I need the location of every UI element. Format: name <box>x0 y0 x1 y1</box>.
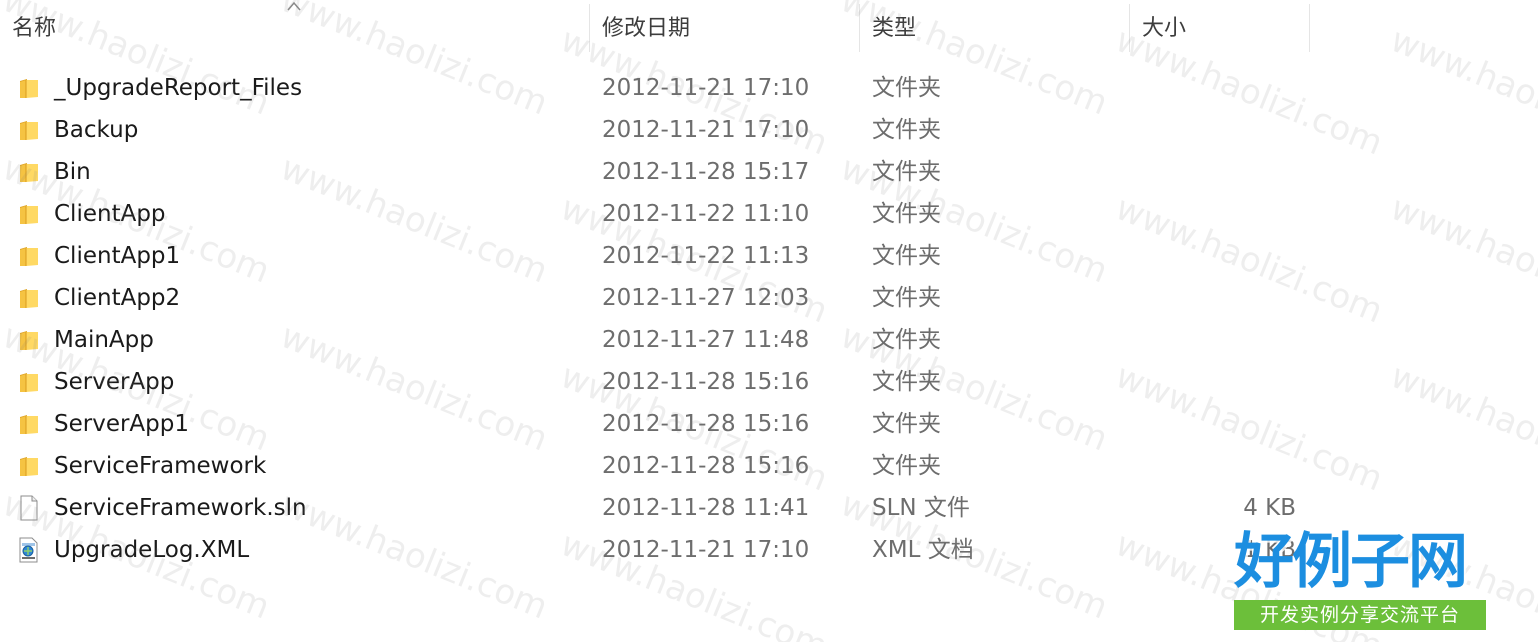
file-modified-date: 2012-11-28 15:16 <box>602 369 810 395</box>
file-modified-date: 2012-11-27 11:48 <box>602 327 810 353</box>
file-row[interactable]: ServerApp 2012-11-28 15:16 文件夹 <box>0 361 1538 403</box>
file-explorer: 名称 修改日期 类型 大小 _UpgradeReport_Files 2012-1… <box>0 0 1538 642</box>
file-modified-date: 2012-11-21 17:10 <box>602 75 810 101</box>
file-name[interactable]: UpgradeLog.XML <box>54 529 249 571</box>
file-size <box>1130 277 1296 319</box>
file-name[interactable]: ServiceFramework <box>54 445 266 487</box>
file-row[interactable]: ServiceFramework 2012-11-28 15:16 文件夹 <box>0 445 1538 487</box>
file-row[interactable]: ServerApp1 2012-11-28 15:16 文件夹 <box>0 403 1538 445</box>
folder-icon <box>16 361 44 403</box>
sln-file-icon <box>16 487 44 529</box>
column-header-date[interactable]: 修改日期 <box>590 0 858 56</box>
file-type: 文件夹 <box>872 411 941 437</box>
file-name[interactable]: ClientApp2 <box>54 277 180 319</box>
file-name[interactable]: Bin <box>54 151 91 193</box>
file-name[interactable]: Backup <box>54 109 138 151</box>
file-size <box>1130 361 1296 403</box>
file-row[interactable]: ServiceFramework.sln 2012-11-28 11:41 SLN … <box>0 487 1538 529</box>
logo-title: 好例子网 <box>1234 527 1468 597</box>
file-size <box>1130 109 1296 151</box>
file-name[interactable]: ClientApp1 <box>54 235 180 277</box>
file-modified-date: 2012-11-22 11:10 <box>602 201 810 227</box>
sort-ascending-icon <box>287 1 301 11</box>
file-name[interactable]: ServerApp1 <box>54 403 189 445</box>
column-header-type-label: 类型 <box>872 16 917 41</box>
file-row[interactable]: _UpgradeReport_Files 2012-11-21 17:10 文件夹 <box>0 67 1538 109</box>
file-type: 文件夹 <box>872 453 941 479</box>
file-name[interactable]: _UpgradeReport_Files <box>54 67 302 109</box>
column-header-name-label: 名称 <box>12 16 57 41</box>
folder-icon <box>16 193 44 235</box>
file-row[interactable]: MainApp 2012-11-27 11:48 文件夹 <box>0 319 1538 361</box>
file-modified-date: 2012-11-28 11:41 <box>602 495 810 521</box>
file-modified-date: 2012-11-22 11:13 <box>602 243 810 269</box>
column-divider[interactable] <box>1309 4 1310 52</box>
folder-icon <box>16 67 44 109</box>
file-row[interactable]: ClientApp 2012-11-22 11:10 文件夹 <box>0 193 1538 235</box>
folder-icon <box>16 109 44 151</box>
file-size <box>1130 193 1296 235</box>
file-size <box>1130 235 1296 277</box>
file-row[interactable]: ClientApp1 2012-11-22 11:13 文件夹 <box>0 235 1538 277</box>
file-name[interactable]: ServiceFramework.sln <box>54 487 307 529</box>
file-modified-date: 2012-11-21 17:10 <box>602 537 810 563</box>
file-modified-date: 2012-11-21 17:10 <box>602 117 810 143</box>
file-type: 文件夹 <box>872 159 941 185</box>
file-type: 文件夹 <box>872 369 941 395</box>
file-name[interactable]: ClientApp <box>54 193 166 235</box>
file-type: 文件夹 <box>872 327 941 353</box>
file-type: 文件夹 <box>872 201 941 227</box>
file-size <box>1130 319 1296 361</box>
column-header-bar: 名称 修改日期 类型 大小 <box>0 0 1538 56</box>
file-row[interactable]: ClientApp2 2012-11-27 12:03 文件夹 <box>0 277 1538 319</box>
file-size: 4 KB <box>1243 495 1296 521</box>
file-row[interactable]: Bin 2012-11-28 15:17 文件夹 <box>0 151 1538 193</box>
folder-icon <box>16 151 44 193</box>
folder-icon <box>16 445 44 487</box>
file-modified-date: 2012-11-28 15:16 <box>602 453 810 479</box>
file-size <box>1130 403 1296 445</box>
column-header-size-label: 大小 <box>1142 16 1187 41</box>
file-list: _UpgradeReport_Files 2012-11-21 17:10 文件夹 B… <box>0 67 1538 571</box>
file-modified-date: 2012-11-27 12:03 <box>602 285 810 311</box>
file-size <box>1130 67 1296 109</box>
folder-icon <box>16 403 44 445</box>
file-modified-date: 2012-11-28 15:17 <box>602 159 810 185</box>
folder-icon <box>16 235 44 277</box>
file-type: SLN 文件 <box>872 495 970 521</box>
file-name[interactable]: ServerApp <box>54 361 174 403</box>
column-header-size[interactable]: 大小 <box>1130 0 1310 56</box>
column-header-type[interactable]: 类型 <box>860 0 1128 56</box>
file-type: 文件夹 <box>872 285 941 311</box>
file-type: 文件夹 <box>872 243 941 269</box>
site-logo: 好例子网 开发实例分享交流平台 <box>1232 528 1488 634</box>
logo-tagline: 开发实例分享交流平台 <box>1234 600 1486 630</box>
xml-file-icon <box>16 529 44 571</box>
file-size <box>1130 445 1296 487</box>
folder-icon <box>16 319 44 361</box>
file-row[interactable]: Backup 2012-11-21 17:10 文件夹 <box>0 109 1538 151</box>
file-modified-date: 2012-11-28 15:16 <box>602 411 810 437</box>
folder-icon <box>16 277 44 319</box>
column-header-date-label: 修改日期 <box>602 16 691 41</box>
file-type: 文件夹 <box>872 75 941 101</box>
file-size <box>1130 151 1296 193</box>
file-type: XML 文档 <box>872 537 974 563</box>
file-name[interactable]: MainApp <box>54 319 154 361</box>
file-type: 文件夹 <box>872 117 941 143</box>
